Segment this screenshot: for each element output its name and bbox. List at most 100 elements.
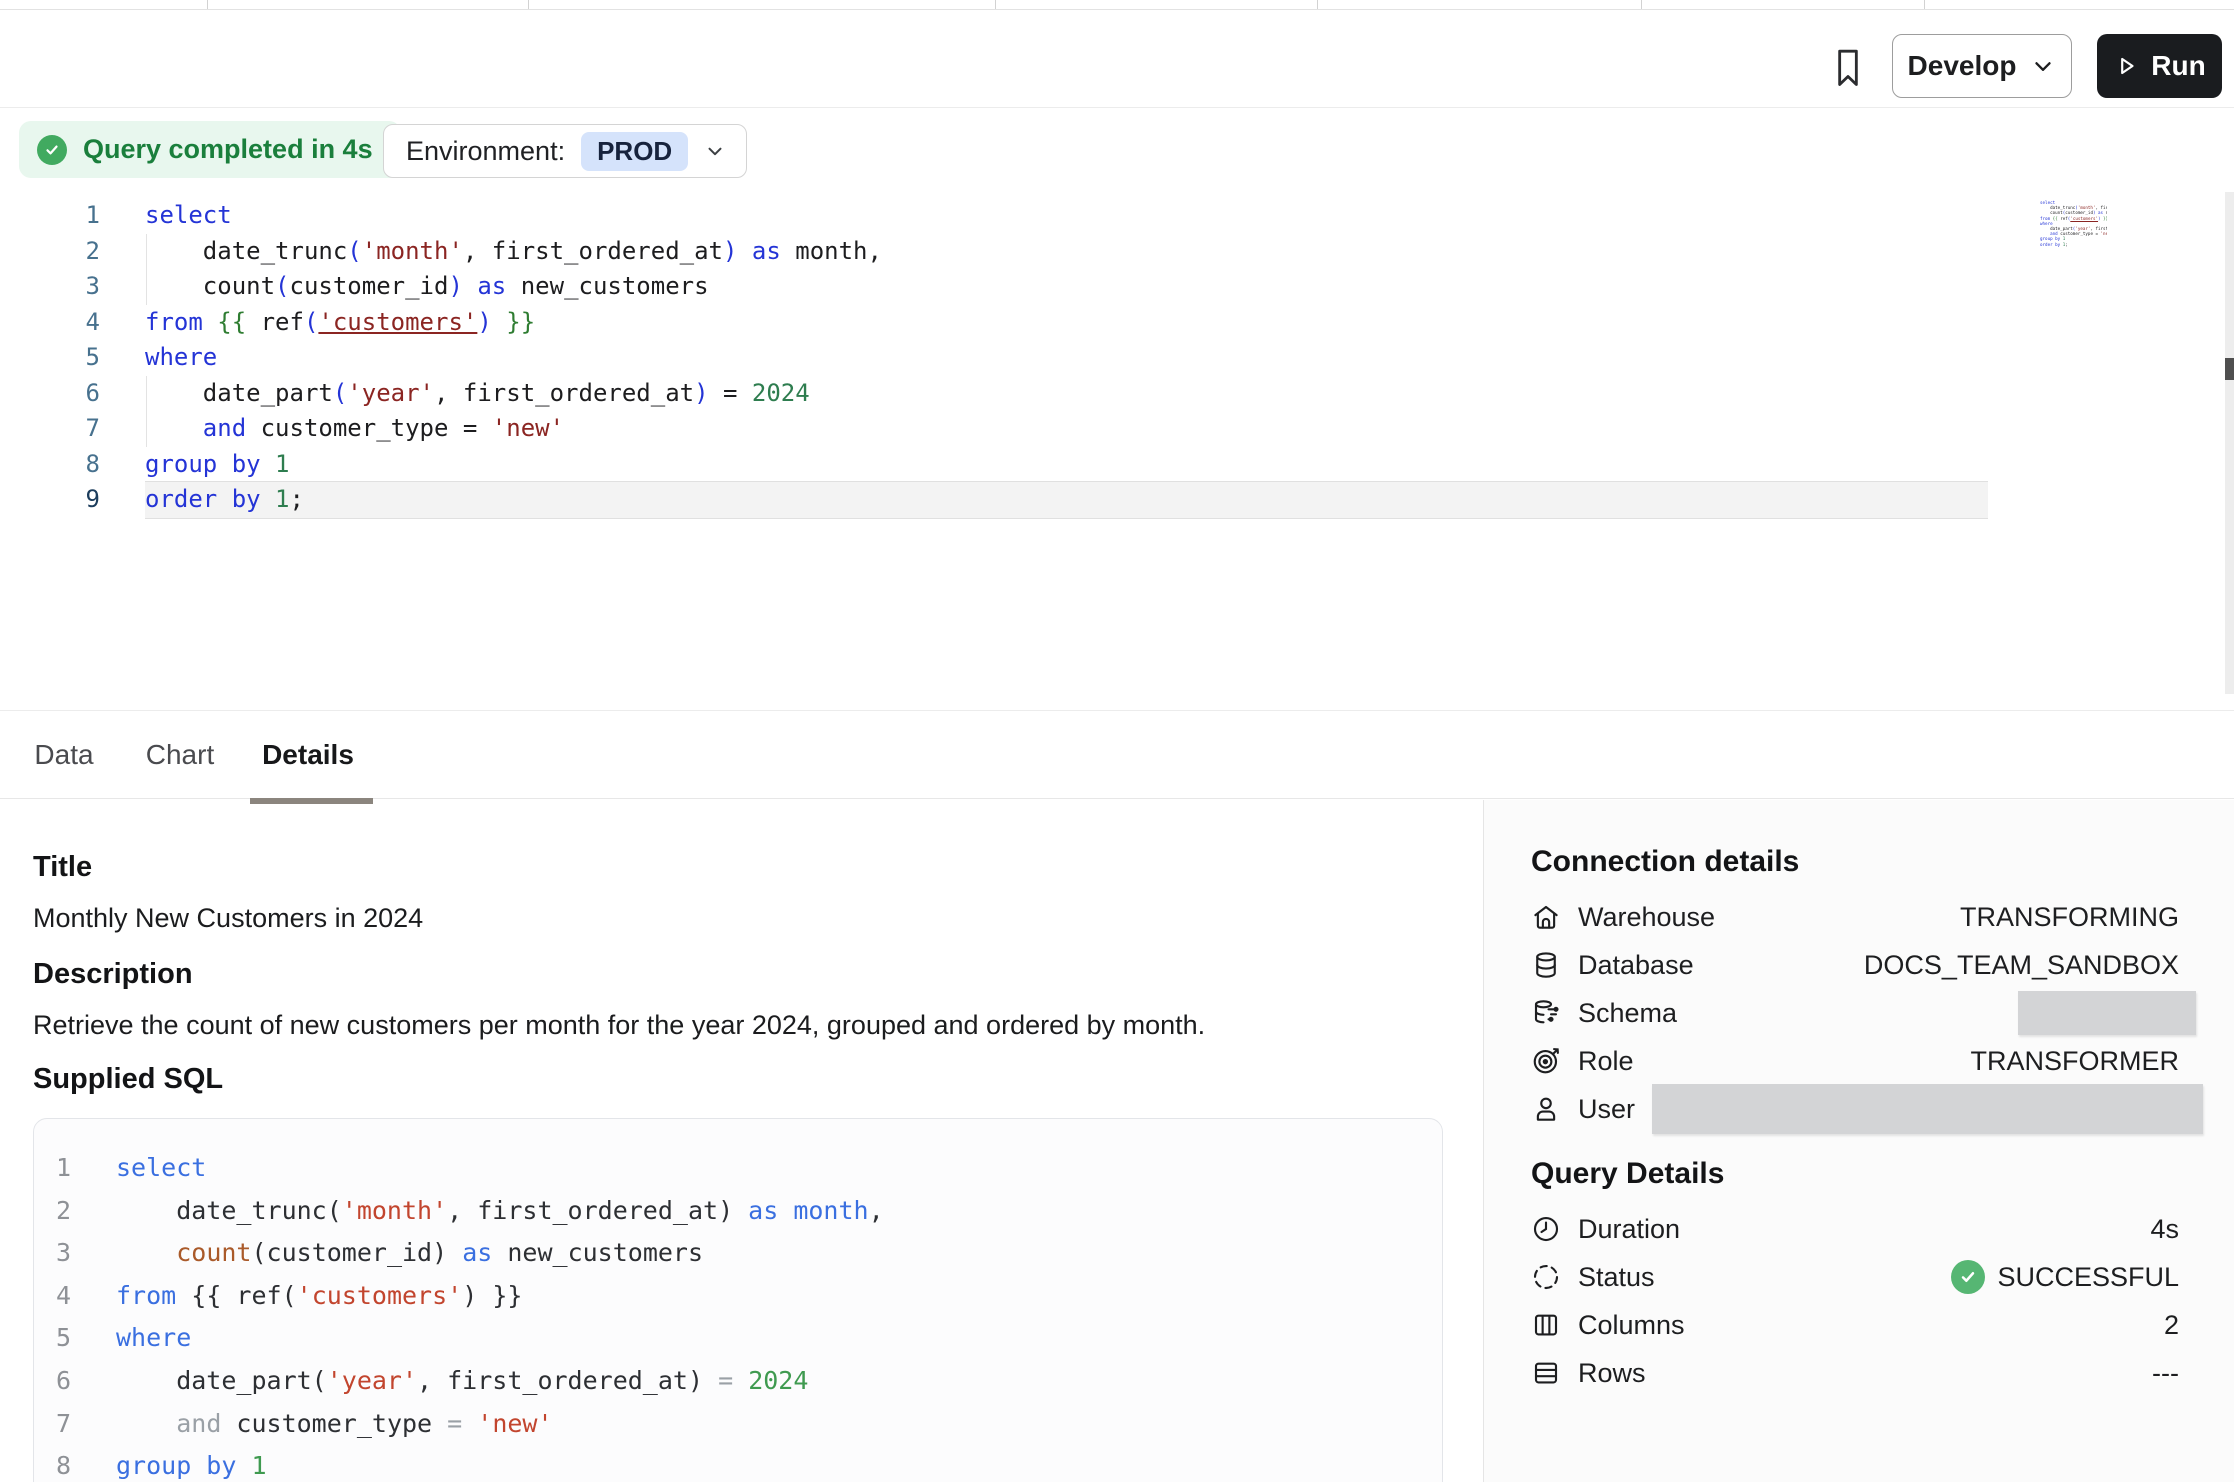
code-token: as (737, 237, 780, 265)
code-token: where (116, 1323, 191, 1352)
query-row-duration: Duration 4s (1531, 1205, 2179, 1253)
bookmark-button[interactable] (1828, 41, 1876, 93)
title-heading: Title (33, 851, 92, 884)
user-icon (1531, 1094, 1561, 1124)
tab-chart[interactable]: Chart (143, 711, 217, 799)
tab-separator (995, 0, 996, 9)
code-line[interactable]: 8 group by 1 (0, 447, 1988, 483)
app-window: Develop Run Query completed in 4s Enviro… (0, 0, 2234, 1482)
code-token: group by (145, 450, 261, 478)
tab-details[interactable]: Details (262, 711, 354, 799)
line-number: 3 (0, 269, 100, 305)
run-button[interactable]: Run (2097, 34, 2222, 98)
code-token: ( (333, 379, 347, 407)
code-token: , first_ordered_at (463, 237, 723, 265)
connection-row-label: Warehouse (1578, 902, 1715, 933)
line-number: 2 (56, 1190, 94, 1233)
query-row-label: Columns (1578, 1310, 1685, 1341)
top-tab-strip (0, 0, 2234, 10)
line-number: 1 (0, 198, 100, 234)
code-token: }} (506, 308, 535, 336)
status-icon (1531, 1262, 1561, 1292)
code-token: , first_ordered_at (434, 379, 694, 407)
line-number: 3 (56, 1232, 94, 1275)
editor-code[interactable]: 1select2 date_trunc('month', first_order… (0, 198, 1988, 518)
editor-scrollbar[interactable] (2225, 192, 2234, 694)
code-token: 'month' (342, 1196, 447, 1225)
tab-separator (528, 0, 529, 9)
schema-redacted-value (2018, 991, 2196, 1035)
code-line[interactable]: 9order by 1; (0, 482, 1988, 518)
code-token: and (176, 1409, 221, 1438)
code-token: ( (275, 272, 289, 300)
indent-guide (146, 234, 147, 305)
code-line: 3 count(customer_id) as new_customers (56, 1232, 1442, 1275)
environment-dropdown[interactable]: Environment: PROD (383, 124, 747, 178)
success-check-icon (1951, 1260, 1985, 1294)
editor-minimap[interactable]: select date_trunc('month', first_ordered… (1995, 200, 2107, 250)
tab-separator (1641, 0, 1642, 9)
code-token (492, 308, 506, 336)
columns-icon (1531, 1310, 1561, 1340)
code-line[interactable]: 3 count(customer_id) as new_customers (0, 269, 1988, 305)
description-value: Retrieve the count of new customers per … (33, 1010, 1205, 1041)
scrollbar-thumb[interactable] (2225, 358, 2234, 380)
line-number: 1 (56, 1147, 94, 1190)
code-token: = (447, 1409, 462, 1438)
code-line[interactable]: 4from {{ ref('customers') }} (0, 305, 1988, 341)
code-token: 1 (275, 485, 289, 513)
code-line: 2 date_trunc('month', first_ordered_at) … (56, 1190, 1442, 1233)
status-value: SUCCESSFUL (1951, 1260, 2179, 1294)
code-line[interactable]: 2 date_trunc('month', first_ordered_at) … (0, 234, 1988, 270)
connection-row-database: Database DOCS_TEAM_SANDBOX (1531, 941, 2179, 989)
line-number: 4 (56, 1275, 94, 1318)
supplied-sql-heading: Supplied SQL (33, 1063, 223, 1096)
code-line[interactable]: 7 and customer_type = 'new' (0, 411, 1988, 447)
code-token: 'year' (347, 379, 434, 407)
line-number: 7 (0, 411, 100, 447)
code-line[interactable]: 1select (0, 198, 1988, 234)
code-token: count (176, 1238, 251, 1267)
code-line: 4from {{ ref('customers') }} (56, 1275, 1442, 1318)
code-token: ) (694, 379, 708, 407)
code-token (462, 1409, 477, 1438)
rows-icon (1531, 1358, 1561, 1388)
code-token: ) }} (462, 1281, 522, 1310)
code-line[interactable]: 6 date_part('year', first_ordered_at) = … (0, 376, 1988, 412)
sql-editor[interactable]: 1select2 date_trunc('month', first_order… (0, 198, 2234, 698)
duration-icon (1531, 1214, 1561, 1244)
code-token: ( (304, 308, 318, 336)
code-token: month, (781, 237, 882, 265)
code-token: from (145, 308, 203, 336)
code-token: 1 (275, 450, 289, 478)
code-token: 2024 (748, 1366, 808, 1395)
code-token: 'new' (477, 1409, 552, 1438)
user-redacted-value (1652, 1084, 2203, 1134)
check-circle-icon (37, 135, 67, 165)
tab-separator (1924, 0, 1925, 9)
code-token: , first_ordered_at) (447, 1196, 748, 1225)
code-token: from (116, 1281, 176, 1310)
connection-row-schema: Schema (1531, 989, 2179, 1037)
tab-data[interactable]: Data (33, 711, 95, 799)
environment-value-badge: PROD (581, 132, 688, 171)
line-number: 8 (0, 447, 100, 483)
code-line: 7 and customer_type = 'new' (56, 1403, 1442, 1446)
code-token: 2024 (752, 379, 810, 407)
code-token: , first_ordered_at) (417, 1366, 718, 1395)
line-number: 4 (0, 305, 100, 341)
code-token: {{ (217, 308, 246, 336)
connection-row-label: Role (1578, 1046, 1634, 1077)
code-token (145, 414, 203, 442)
connection-row-value: TRANSFORMING (1960, 902, 2179, 933)
code-token: as (748, 1196, 778, 1225)
connection-row-label: Database (1578, 950, 1694, 981)
develop-button[interactable]: Develop (1892, 34, 2072, 98)
code-token: date_trunc( (116, 1196, 342, 1225)
query-status-pill: Query completed in 4s (19, 121, 401, 178)
code-token: ; (290, 485, 304, 513)
line-number: 5 (0, 340, 100, 376)
code-token (116, 1409, 176, 1438)
code-token: = (709, 379, 752, 407)
code-line[interactable]: 5where (0, 340, 1988, 376)
